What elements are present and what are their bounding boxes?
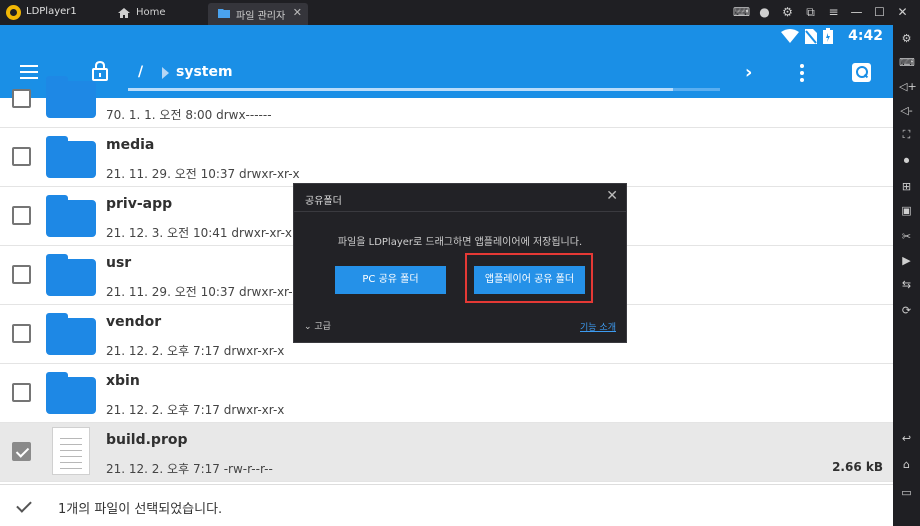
dialog-message: 파일을 LDPlayer로 드래그하면 앱플레이어에 저장됩니다. [337,237,583,248]
file-icon [52,427,90,475]
maximize-icon[interactable]: ☐ [868,3,891,21]
add-app-icon[interactable]: ⊞ [899,179,914,194]
list-item[interactable]: xbin 21. 12. 2. 오후 7:17 drwxr-xr-x [0,364,893,423]
scroll-progress-track [128,88,720,91]
screenshot-icon[interactable]: ⛶ [899,127,914,142]
folder-icon [218,9,230,18]
folder-icon [46,254,96,296]
breadcrumb-current[interactable]: system [176,64,233,80]
more-options-icon[interactable] [800,64,804,85]
minimize-icon[interactable]: — [845,3,868,21]
shared-folder-dialog: 공유폴더 ✕ 파일을 LDPlayer로 드래그하면 앱플레이어에 저장됩니다.… [293,183,627,343]
selection-bar: 1개의 파일이 선택되었습니다. [0,484,893,526]
apk-icon[interactable]: ▣ [899,203,914,218]
app-shared-folder-button[interactable]: 앱플레이어 공유 폴더 [474,266,585,294]
file-name: vendor [106,314,162,330]
checkbox[interactable] [12,324,31,343]
app-bar: / system › [0,48,893,98]
clock: 4:42 [848,28,883,44]
advanced-toggle[interactable]: ⌄ 고급 [304,319,331,332]
video-icon[interactable]: ▶ [899,253,914,268]
app-name: LDPlayer1 [26,6,77,17]
ldplayer-logo-icon [6,5,21,20]
window-controls: ⌨ ● ⚙ ⧉ ≡ — ☐ ✕ [730,3,914,21]
close-icon[interactable]: ✕ [891,3,914,21]
settings-icon[interactable]: ⚙ [776,3,799,21]
selection-status: 1개의 파일이 선택되었습니다. [58,502,223,517]
gamepad-icon[interactable]: ⌨ [730,3,753,21]
breadcrumb-arrow-icon [162,67,169,79]
tab-label: Home [136,7,166,18]
file-size: 2.66 kB [832,460,883,474]
file-meta: 21. 11. 29. 오전 10:37 drwxr-xr-x [106,167,300,181]
volume-up-icon[interactable]: ◁+ [899,79,917,94]
window-titlebar: LDPlayer1 Home 파일 관리자 ✕ ⌨ ● ⚙ ⧉ ≡ — ☐ ✕ [0,0,920,25]
no-sim-icon [805,28,817,44]
feature-intro-link[interactable]: 기능 소개 [580,320,616,333]
list-item[interactable]: build.prop 21. 12. 2. 오후 7:17 -rw-r--r-- 2… [0,423,893,482]
settings-icon[interactable]: ⚙ [899,31,914,46]
advanced-label: 고급 [314,322,331,332]
dialog-divider [294,211,626,212]
search-icon[interactable] [852,63,871,82]
dialog-close-icon[interactable]: ✕ [606,188,618,204]
home-icon [118,8,130,18]
chevron-right-icon[interactable]: › [745,62,752,83]
checkbox-checked[interactable] [12,442,31,461]
file-meta: 70. 1. 1. 오전 8:00 drwx------ [106,108,272,122]
folder-icon [46,313,96,355]
checkbox[interactable] [12,206,31,225]
keyboard-icon[interactable]: ⌨ [899,55,915,70]
cut-icon[interactable]: ✂ [899,229,914,244]
tab-home[interactable]: Home [108,3,204,25]
list-item[interactable]: media 21. 11. 29. 오전 10:37 drwxr-xr-x [0,128,893,187]
file-meta: 21. 12. 2. 오후 7:17 drwxr-xr-x [106,403,285,417]
sync-icon[interactable]: ⇆ [899,277,914,292]
file-name: usr [106,255,132,271]
chevron-down-icon: ⌄ [304,322,315,332]
wifi-icon [781,29,799,43]
pc-shared-folder-button[interactable]: PC 공유 폴더 [335,266,446,294]
checkbox[interactable] [12,265,31,284]
record-icon[interactable]: ⏺ [899,153,914,168]
folder-icon [46,76,96,118]
breadcrumb-root[interactable]: / [138,64,143,80]
checkmark-icon[interactable] [16,497,32,513]
scroll-progress-bar [128,88,673,91]
status-bar: 4:42 [0,25,893,48]
checkbox[interactable] [12,147,31,166]
file-name: priv-app [106,196,173,212]
dialog-title: 공유폴더 [305,196,342,207]
tab-close-icon[interactable]: ✕ [293,6,302,19]
file-name: media [106,137,155,153]
checkbox[interactable] [12,383,31,402]
restore-icon[interactable]: ⧉ [799,3,822,21]
folder-icon [46,136,96,178]
list-item[interactable]: 70. 1. 1. 오전 8:00 drwx------ [0,76,893,128]
checkbox[interactable] [12,89,31,108]
file-meta: 21. 11. 29. 오전 10:37 drwxr-xr-x [106,285,300,299]
emulator-toolbar: ⚙ ⌨ ◁+ ◁- ⛶ ⏺ ⊞ ▣ ✂ ▶ ⇆ ⟳ ↩ ⌂ ▭ [893,25,920,526]
file-meta: 21. 12. 2. 오후 7:17 drwxr-xr-x [106,344,285,358]
back-icon[interactable]: ↩ [899,431,914,446]
file-meta: 21. 12. 2. 오후 7:17 -rw-r--r-- [106,462,273,476]
hamburger-menu-icon[interactable] [20,65,38,79]
folder-icon [46,372,96,414]
file-meta: 21. 12. 3. 오전 10:41 drwxr-xr-x [106,226,293,240]
volume-down-icon[interactable]: ◁- [899,103,914,118]
shake-icon[interactable]: ⟳ [899,303,914,318]
account-icon[interactable]: ● [753,3,776,21]
file-name: xbin [106,373,140,389]
menu-icon[interactable]: ≡ [822,3,845,21]
tab-file-manager[interactable]: 파일 관리자 ✕ [208,3,308,25]
tab-label: 파일 관리자 [236,11,286,22]
folder-icon [46,195,96,237]
recent-apps-icon[interactable]: ▭ [899,485,914,500]
file-name: build.prop [106,432,188,448]
battery-icon [823,28,833,44]
home-icon[interactable]: ⌂ [899,457,914,472]
